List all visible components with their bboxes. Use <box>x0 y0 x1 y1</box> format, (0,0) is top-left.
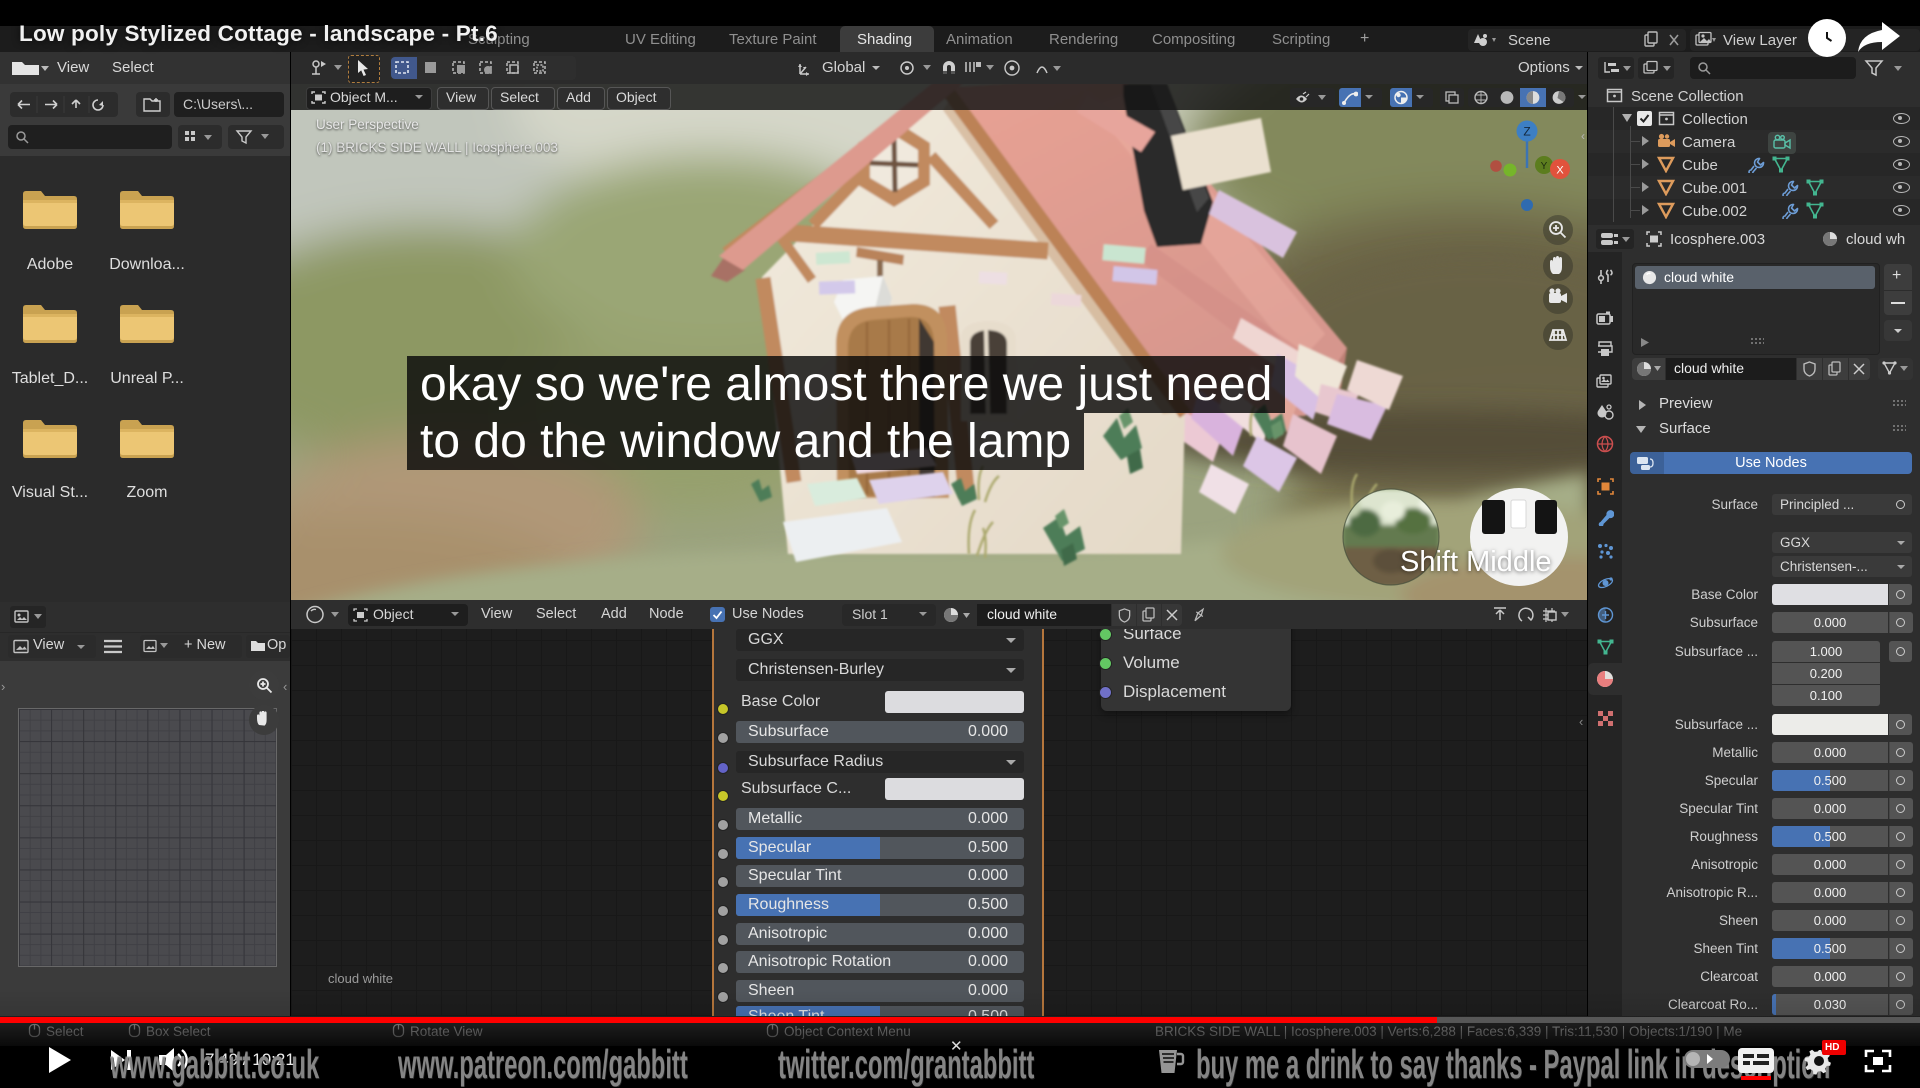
svg-text:Y: Y <box>1541 161 1548 172</box>
svg-text:‹: ‹ <box>1581 129 1585 143</box>
svg-text:Z: Z <box>1523 125 1530 139</box>
svg-text:X: X <box>1556 165 1564 177</box>
